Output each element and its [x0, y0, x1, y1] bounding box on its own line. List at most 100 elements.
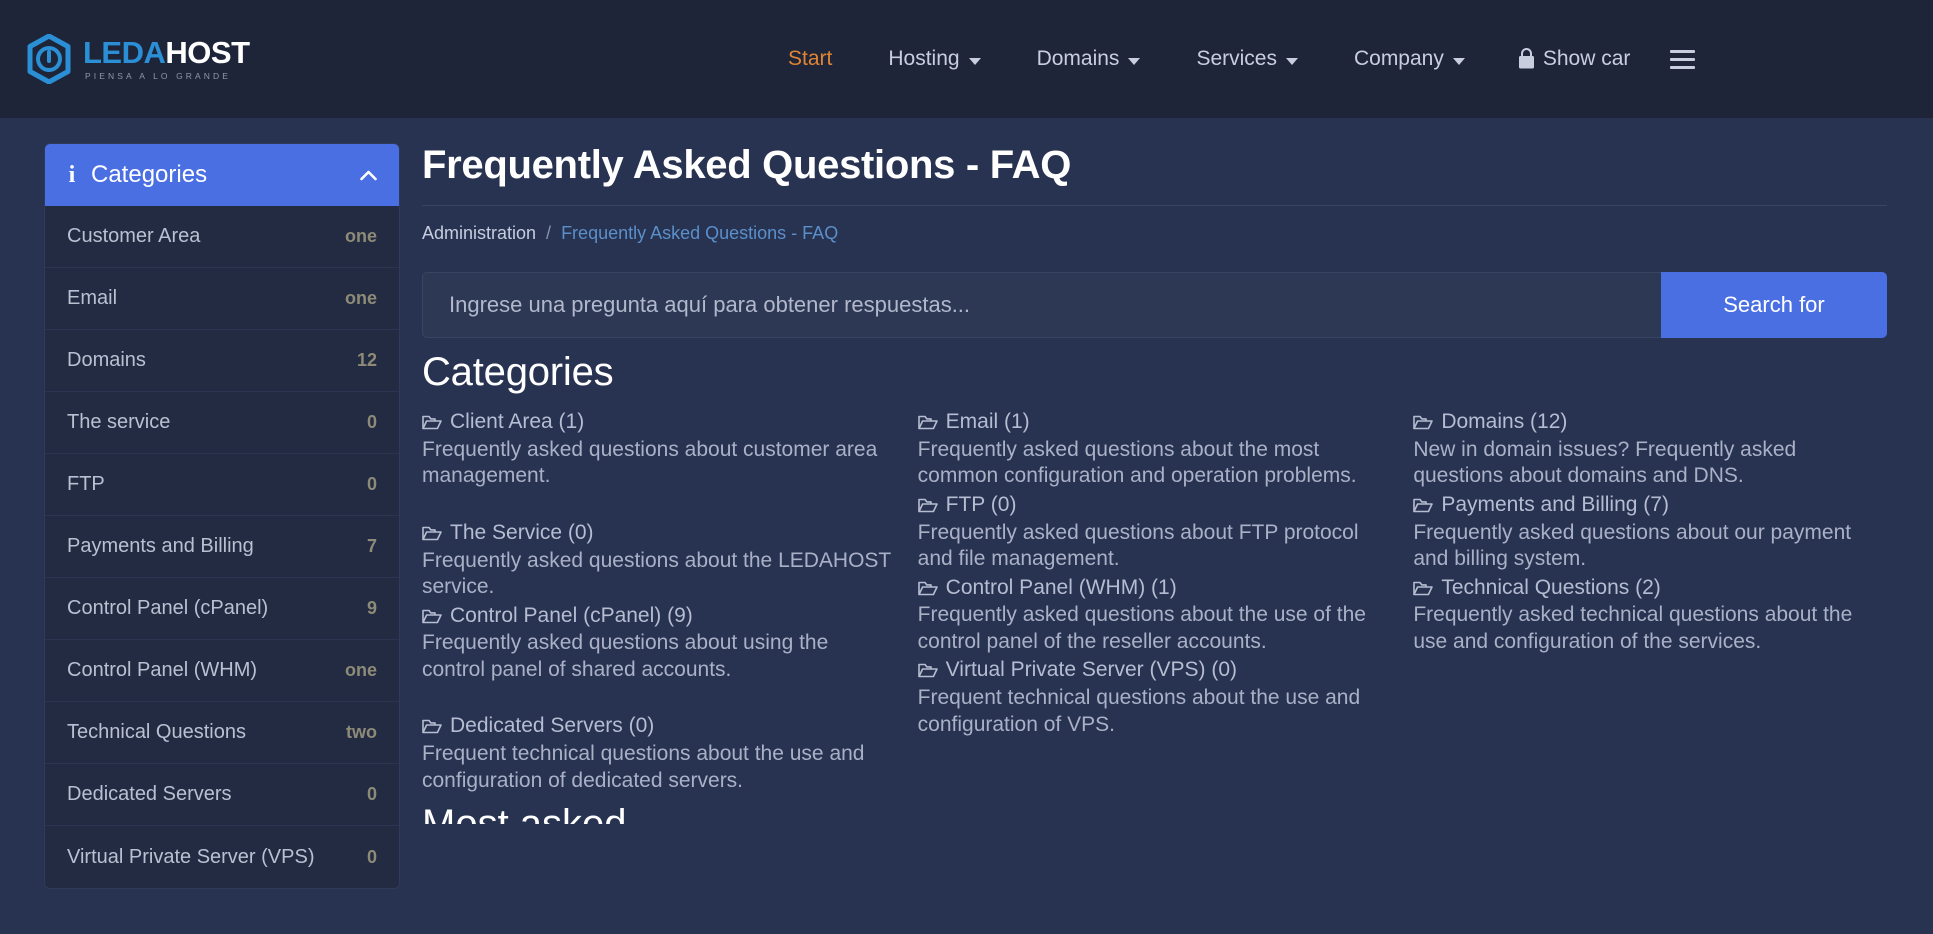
folder-open-icon	[422, 609, 442, 623]
logo-text-secondary: HOST	[165, 35, 250, 71]
chevron-up-icon[interactable]	[360, 170, 377, 181]
shopping-bag-icon	[1518, 48, 1534, 69]
categories-list: Customer Area one Email one Domains 12 T…	[45, 206, 399, 888]
sidebar-item-email[interactable]: Email one	[45, 268, 399, 330]
sidebar-item-label: Email	[67, 287, 118, 309]
category-entry: The Service (0) Frequently asked questio…	[422, 520, 896, 601]
sidebar-item-customer-area[interactable]: Customer Area one	[45, 206, 399, 268]
folder-open-icon	[917, 498, 938, 513]
category-link-ftp[interactable]: FTP (0)	[917, 492, 1392, 519]
sidebar-item-label: Dedicated Servers	[67, 783, 232, 805]
sidebar-item-label: Payments and Billing	[67, 535, 254, 557]
sidebar-item-label: FTP	[67, 473, 105, 495]
category-description: Frequently asked technical questions abo…	[1413, 603, 1853, 653]
category-entry: Client Area (1) Frequently asked questio…	[422, 409, 896, 490]
sidebar-item-count: 0	[366, 784, 377, 804]
sidebar-item-count: 9	[366, 598, 377, 618]
info-icon: i	[68, 161, 76, 188]
category-description: Frequently asked questions about the LED…	[422, 548, 891, 599]
site-header: LEDAHOST PIENSA A LO GRANDE Start Hostin…	[0, 0, 1933, 118]
category-entry: Virtual Private Server (VPS) (0) Frequen…	[918, 657, 1392, 738]
category-description: Frequently asked questions about custome…	[422, 437, 878, 488]
category-entry: Payments and Billing (7) Frequently aske…	[1413, 492, 1887, 573]
sidebar-item-label: Control Panel (cPanel)	[67, 597, 269, 619]
sidebar-item-ftp[interactable]: FTP 0	[45, 454, 399, 516]
category-link-label: FTP (0)	[945, 492, 1017, 516]
category-description: Frequent technical questions about the u…	[917, 686, 1361, 736]
chevron-down-icon	[968, 57, 981, 65]
search-button[interactable]: Search for	[1661, 272, 1887, 338]
sidebar-item-technical-questions[interactable]: Technical Questions two	[45, 702, 399, 764]
category-link-email[interactable]: Email (1)	[917, 409, 1392, 436]
sidebar-item-control-panel-cpanel[interactable]: Control Panel (cPanel) 9	[45, 578, 399, 640]
nav-item-domains[interactable]: Domains	[1009, 47, 1169, 71]
sidebar-item-dedicated-servers[interactable]: Dedicated Servers 0	[45, 764, 399, 826]
sidebar: i Categories Customer Area one Email one…	[0, 143, 422, 934]
nav-item-hosting[interactable]: Hosting	[860, 47, 1008, 71]
brand-logo[interactable]: LEDAHOST PIENSA A LO GRANDE	[26, 34, 250, 84]
sidebar-item-count: 0	[366, 412, 377, 432]
breadcrumb-separator: /	[546, 223, 552, 243]
sidebar-item-control-panel-whm[interactable]: Control Panel (WHM) one	[45, 640, 399, 702]
category-link-control-panel-whm[interactable]: Control Panel (WHM) (1)	[917, 575, 1392, 602]
categories-panel-header[interactable]: i Categories	[45, 144, 399, 206]
category-link-virtual-private-server-vps[interactable]: Virtual Private Server (VPS) (0)	[917, 657, 1392, 684]
nav-label: Start	[788, 47, 833, 70]
sidebar-item-payments-and-billing[interactable]: Payments and Billing 7	[45, 516, 399, 578]
chevron-down-icon	[1285, 57, 1298, 65]
folder-open-icon	[422, 415, 442, 430]
sidebar-item-label: The service	[67, 411, 171, 433]
main-navigation: Start Hosting Domains Services Company S…	[760, 46, 1699, 73]
breadcrumb-root[interactable]: Administration	[422, 223, 536, 244]
category-link-label: Domains (12)	[1441, 410, 1568, 433]
category-description: Frequently asked questions about our pay…	[1413, 520, 1852, 571]
nav-item-services[interactable]: Services	[1168, 47, 1326, 71]
nav-item-company[interactable]: Company	[1326, 47, 1493, 71]
folder-open-icon	[422, 720, 442, 734]
category-link-payments-and-billing[interactable]: Payments and Billing (7)	[1413, 492, 1887, 519]
category-link-dedicated-servers[interactable]: Dedicated Servers (0)	[422, 713, 896, 740]
category-link-label: Client Area (1)	[450, 410, 585, 433]
breadcrumb: Administration / Frequently Asked Questi…	[422, 205, 1887, 244]
sidebar-item-label: Virtual Private Server (VPS)	[67, 845, 315, 868]
category-link-client-area[interactable]: Client Area (1)	[422, 409, 896, 436]
section-title-categories: Categories	[422, 350, 614, 394]
category-entry: Dedicated Servers (0) Frequent technical…	[422, 713, 896, 794]
sidebar-item-count: one	[344, 288, 377, 308]
search-input[interactable]	[422, 272, 1661, 338]
page-body: i Categories Customer Area one Email one…	[0, 118, 1933, 934]
category-link-label: Control Panel (cPanel) (9)	[450, 603, 693, 627]
category-description: Frequently asked questions about using t…	[422, 631, 829, 681]
category-description: Frequently asked questions about FTP pro…	[917, 520, 1359, 571]
page-title: Frequently Asked Questions - FAQ	[422, 143, 1072, 187]
sidebar-item-the-service[interactable]: The service 0	[45, 392, 399, 454]
category-link-label: Payments and Billing (7)	[1441, 492, 1669, 516]
category-description: Frequently asked questions about the use…	[917, 603, 1366, 653]
category-entry: Control Panel (cPanel) (9) Frequently as…	[422, 603, 896, 684]
logo-text-primary: LEDA	[83, 35, 166, 71]
chevron-down-icon	[1128, 57, 1141, 65]
category-link-the-service[interactable]: The Service (0)	[422, 520, 896, 547]
category-link-domains[interactable]: Domains (12)	[1413, 409, 1887, 436]
show-cart-button[interactable]: Show car	[1493, 47, 1631, 71]
folder-open-icon	[917, 581, 938, 595]
cart-label: Show car	[1542, 47, 1631, 70]
category-link-label: Virtual Private Server (VPS) (0)	[945, 658, 1238, 682]
category-link-label: Control Panel (WHM) (1)	[945, 575, 1177, 599]
sidebar-item-label: Control Panel (WHM)	[67, 659, 258, 681]
category-link-control-panel-cpanel[interactable]: Control Panel (cPanel) (9)	[422, 603, 896, 630]
category-link-technical-questions[interactable]: Technical Questions (2)	[1413, 575, 1887, 602]
sidebar-item-virtual-private-server-vps[interactable]: Virtual Private Server (VPS) 0	[45, 826, 399, 888]
breadcrumb-current[interactable]: Frequently Asked Questions - FAQ	[561, 223, 838, 244]
hamburger-menu-icon[interactable]	[1666, 46, 1699, 73]
category-description: New in domain issues? Frequently asked q…	[1413, 437, 1797, 488]
nav-item-start[interactable]: Start	[760, 47, 860, 71]
ledahost-logo-icon	[27, 34, 71, 84]
sidebar-item-count: one	[344, 660, 377, 680]
sidebar-item-domains[interactable]: Domains 12	[45, 330, 399, 392]
sidebar-item-label: Technical Questions	[67, 721, 246, 743]
categories-column-3: Domains (12) New in domain issues? Frequ…	[1413, 409, 1887, 824]
category-link-label: Dedicated Servers (0)	[450, 714, 655, 738]
sidebar-item-count: 12	[356, 350, 377, 370]
sidebar-item-count: 7	[366, 536, 377, 556]
